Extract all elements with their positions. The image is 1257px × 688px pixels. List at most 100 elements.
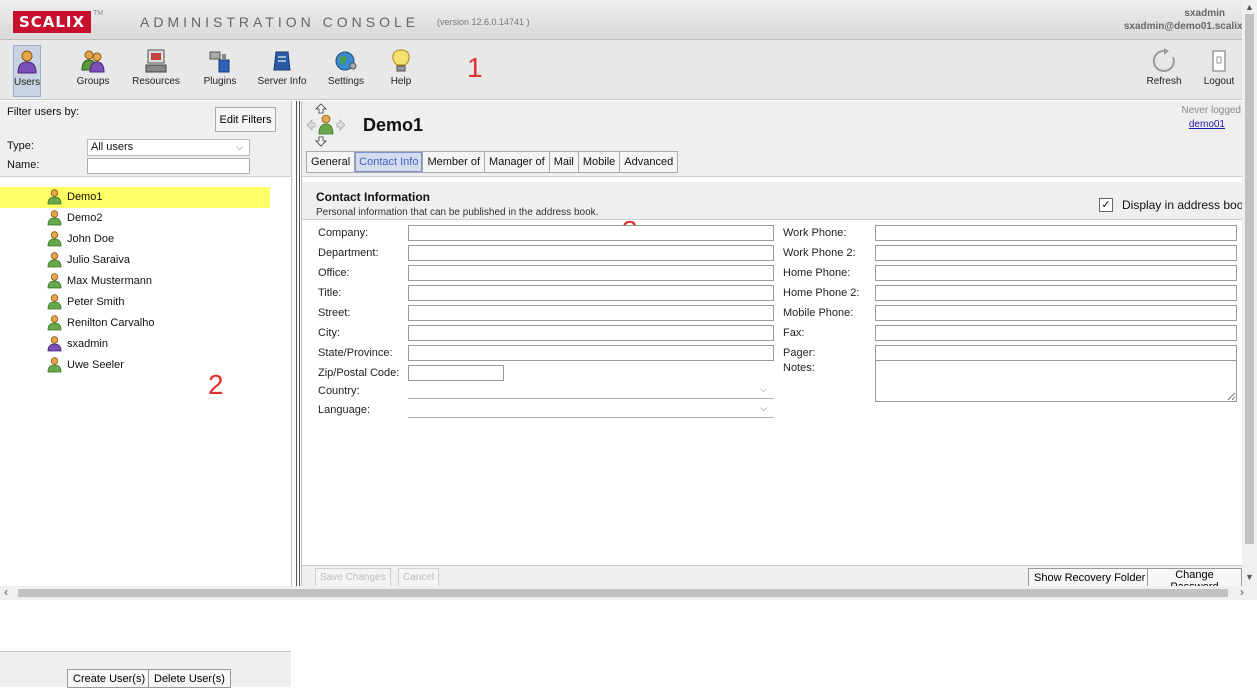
user-list-item[interactable]: Renilton Carvalho — [0, 313, 291, 334]
user-icon — [47, 273, 62, 289]
user-list-item[interactable]: Demo2 — [0, 208, 291, 229]
tab-advanced[interactable]: Advanced — [620, 152, 677, 172]
toolbar-server-info-button[interactable]: Server Info — [256, 45, 308, 97]
title-field[interactable] — [408, 285, 774, 301]
name-label: Name: — [7, 159, 40, 171]
user-list-item[interactable]: Peter Smith — [0, 292, 291, 313]
tab-mobile[interactable]: Mobile — [579, 152, 621, 172]
splitter-grip — [299, 101, 300, 586]
show-recovery-folder-button[interactable]: Show Recovery Folder — [1028, 568, 1152, 587]
scroll-up-icon[interactable]: ▲ — [1245, 2, 1254, 12]
admin-user-icon — [47, 336, 62, 352]
user-list: Demo1 Demo2 John Doe Julio Saraiva Max M… — [0, 187, 291, 376]
user-icon — [47, 231, 62, 247]
user-name: John Doe — [67, 233, 115, 245]
toolbar-groups-button[interactable]: Groups — [75, 45, 111, 97]
settings-icon — [335, 51, 357, 71]
users-icon — [17, 50, 37, 74]
mobile-phone-field[interactable] — [875, 305, 1237, 321]
toolbar-users-button[interactable]: Users — [13, 45, 41, 97]
delete-users-button[interactable]: Delete User(s) — [148, 669, 231, 688]
tab-mail[interactable]: Mail — [550, 152, 579, 172]
user-list-item[interactable]: Uwe Seeler — [0, 355, 291, 376]
work-phone-field[interactable] — [875, 225, 1237, 241]
tab-contact-info[interactable]: Contact Info — [355, 152, 424, 172]
pager-field[interactable] — [875, 345, 1237, 361]
country-select[interactable]: ⌵ — [408, 383, 774, 399]
filter-heading: Filter users by: — [7, 106, 80, 118]
last-login-status: Never logged — [1181, 105, 1241, 116]
toolbar-resources-button[interactable]: Resources — [130, 45, 182, 97]
user-list-item[interactable]: Julio Saraiva — [0, 250, 291, 271]
pane-splitter[interactable] — [291, 101, 302, 586]
detail-header: Demo1 Never logged demo01 — [302, 101, 1242, 151]
language-select[interactable]: ⌵ — [408, 402, 774, 418]
user-icon — [47, 357, 62, 373]
toolbar-settings-button[interactable]: Settings — [326, 45, 366, 97]
city-field[interactable] — [408, 325, 774, 341]
fax-field[interactable] — [875, 325, 1237, 341]
toolbar-plugins-button[interactable]: Plugins — [200, 45, 240, 97]
home-phone-field[interactable] — [875, 265, 1237, 281]
record-navigation-icon[interactable] — [306, 103, 346, 147]
annotation-marker-1: 1 — [467, 52, 483, 83]
contact-section-header: Contact Information Personal information… — [302, 182, 1249, 220]
splitter-grip — [296, 101, 297, 586]
user-name: Demo2 — [67, 212, 103, 224]
street-field[interactable] — [408, 305, 774, 321]
refresh-button[interactable]: Refresh — [1144, 45, 1184, 97]
scroll-right-icon[interactable]: › — [1240, 585, 1244, 599]
tab-manager-of[interactable]: Manager of — [485, 152, 550, 172]
edit-filters-button[interactable]: Edit Filters — [215, 107, 276, 132]
notes-label: Notes: — [783, 362, 815, 374]
section-description: Personal information that can be publish… — [316, 207, 599, 218]
mobile-phone-label: Mobile Phone: — [783, 307, 854, 319]
vertical-scrollbar[interactable]: ▲ ▼ — [1242, 0, 1257, 586]
user-name: Demo1 — [67, 191, 103, 203]
change-password-button[interactable]: Change Password — [1147, 568, 1242, 593]
user-list-item[interactable]: Demo1 — [0, 187, 270, 208]
user-icon — [47, 210, 62, 226]
save-changes-button[interactable]: Save Changes — [315, 568, 391, 587]
current-user-email: sxadmin@demo01.scalix.co — [1123, 21, 1257, 32]
department-field[interactable] — [408, 245, 774, 261]
cancel-button[interactable]: Cancel — [398, 568, 440, 587]
chevron-down-icon: ⌵ — [236, 142, 243, 152]
console-title: ADMINISTRATION CONSOLE — [140, 14, 420, 30]
horizontal-scrollbar[interactable]: ‹ › — [0, 585, 1257, 600]
notes-textarea[interactable] — [875, 360, 1237, 402]
title-label: Title: — [318, 287, 342, 299]
user-list-pane: Filter users by: Edit Filters Type: All … — [0, 101, 291, 688]
logout-button[interactable]: Logout — [1200, 45, 1238, 97]
work-phone-label: Work Phone: — [783, 227, 847, 239]
department-label: Department: — [318, 247, 379, 259]
user-type-select[interactable]: All users ⌵ — [87, 139, 250, 156]
user-name: Julio Saraiva — [67, 254, 130, 266]
detail-tab-bar: General Contact Info Member of Manager o… — [302, 151, 1242, 177]
groups-icon — [81, 50, 105, 73]
user-list-item[interactable]: sxadmin — [0, 334, 291, 355]
toolbar-help-button[interactable]: Help — [388, 45, 414, 97]
create-users-button[interactable]: Create User(s) — [67, 669, 152, 688]
horizontal-scroll-thumb[interactable] — [18, 589, 1228, 597]
user-name: Uwe Seeler — [67, 359, 124, 371]
vertical-scroll-thumb[interactable] — [1245, 14, 1254, 544]
user-list-item[interactable]: John Doe — [0, 229, 291, 250]
state-province-field[interactable] — [408, 345, 774, 361]
logout-icon — [1212, 50, 1226, 72]
home-phone-2-field[interactable] — [875, 285, 1237, 301]
home-phone-2-label: Home Phone 2: — [783, 287, 860, 299]
name-filter-input[interactable] — [87, 158, 250, 174]
login-name-link[interactable]: demo01 — [1189, 119, 1225, 130]
zip-postal-code-field[interactable] — [408, 365, 504, 381]
user-list-item[interactable]: Max Mustermann — [0, 271, 291, 292]
display-in-address-book-checkbox[interactable]: ✓ — [1099, 198, 1113, 212]
work-phone-2-field[interactable] — [875, 245, 1237, 261]
office-field[interactable] — [408, 265, 774, 281]
toolbar-resources-label: Resources — [132, 76, 180, 87]
company-field[interactable] — [408, 225, 774, 241]
scroll-down-icon[interactable]: ▼ — [1245, 572, 1254, 582]
tab-member-of[interactable]: Member of — [423, 152, 486, 172]
scroll-left-icon[interactable]: ‹ — [4, 585, 8, 599]
tab-general[interactable]: General — [307, 152, 356, 172]
